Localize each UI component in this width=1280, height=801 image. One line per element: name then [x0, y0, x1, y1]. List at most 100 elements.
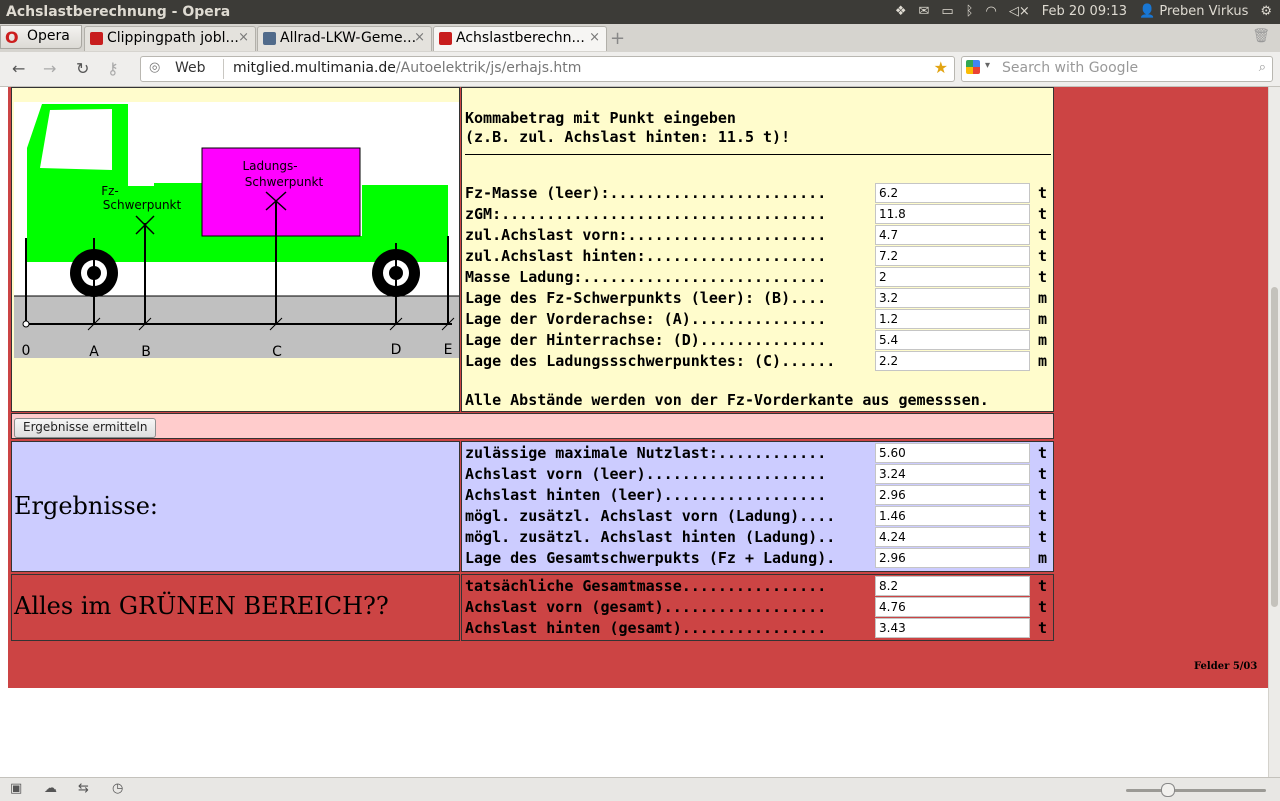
close-tab-icon[interactable]: × — [414, 30, 425, 45]
field-label: Lage des Ladungssschwerpunktes: (C).....… — [465, 352, 836, 370]
cargo-label-2: Schwerpunkt — [245, 175, 324, 189]
trash-icon[interactable]: 🗑 — [1252, 28, 1270, 44]
unit-label: t — [1038, 226, 1048, 244]
url-host: mitglied.multimania.de — [233, 60, 396, 76]
results-label-panel: Ergebnisse: — [11, 441, 460, 572]
forward-icon[interactable]: → — [43, 59, 56, 78]
tab-achslast[interactable]: Achslastberechn... × — [433, 26, 607, 51]
cloud-icon[interactable]: ☁ — [44, 781, 57, 796]
divider — [465, 154, 1051, 155]
results-heading: Ergebnisse: — [14, 492, 158, 520]
mail-icon[interactable]: ✉ — [918, 4, 929, 19]
user-menu[interactable]: 👤 Preben Virkus — [1139, 4, 1248, 19]
field-label: zul.Achslast vorn:...................... — [465, 226, 827, 244]
dropbox-icon[interactable]: ❖ — [895, 4, 907, 19]
truck-window — [40, 109, 112, 170]
value-input[interactable] — [875, 183, 1030, 203]
search-placeholder: Search with Google — [1002, 60, 1139, 76]
value-input[interactable] — [875, 485, 1030, 505]
value-input[interactable] — [875, 443, 1030, 463]
cargo-label-1: Ladungs- — [242, 159, 297, 173]
clock[interactable]: Feb 20 09:13 — [1042, 4, 1127, 19]
field-label: Fz-Masse (leer):........................ — [465, 184, 827, 202]
unit-label: t — [1038, 507, 1048, 525]
value-input[interactable] — [875, 225, 1030, 245]
search-icon[interactable]: ⌕ — [1259, 60, 1266, 75]
search-box[interactable]: ▾ Search with Google ⌕ — [961, 56, 1273, 82]
zoom-slider[interactable] — [1126, 789, 1266, 792]
bookmark-star-icon[interactable]: ★ — [934, 58, 948, 77]
value-input[interactable] — [875, 330, 1030, 350]
field-label: Lage der Vorderachse: (A)............... — [465, 310, 827, 328]
tab-allrad[interactable]: Allrad-LKW-Geme... × — [257, 26, 432, 51]
value-input[interactable] — [875, 351, 1030, 371]
value-input[interactable] — [875, 288, 1030, 308]
value-input[interactable] — [875, 246, 1030, 266]
opera-menu-button[interactable]: O Opera — [0, 25, 82, 49]
field-label: mögl. zusätzl. Achslast hinten (Ladung).… — [465, 528, 836, 546]
value-input[interactable] — [875, 506, 1030, 526]
page-favicon-icon — [263, 32, 276, 45]
unit-label: t — [1038, 444, 1048, 462]
user-name: Preben Virkus — [1159, 4, 1249, 19]
vertical-scrollbar[interactable] — [1268, 87, 1280, 777]
reload-icon[interactable]: ↻ — [76, 59, 89, 78]
measure-note: Alle Abstände werden von der Fz-Vorderka… — [465, 391, 989, 409]
google-icon[interactable] — [966, 60, 980, 74]
status-bar: ▣ ☁ ⇆ ◷ — [0, 777, 1280, 801]
page-favicon-icon — [90, 32, 103, 45]
tab-label: Clippingpath jobl... — [107, 30, 239, 46]
field-label: Achslast hinten (leer).................. — [465, 486, 827, 504]
axis-label-0: 0 — [22, 343, 31, 359]
navigation-bar: ← → ↻ ⚷ ◎ Web mitglied.multimania.de/Aut… — [0, 52, 1280, 87]
share-icon[interactable]: ⇆ — [78, 781, 89, 796]
key-icon[interactable]: ⚷ — [107, 59, 119, 78]
field-label: tatsächliche Gesamtmasse................ — [465, 577, 827, 595]
calculate-results-button[interactable]: Ergebnisse ermitteln — [14, 418, 157, 438]
close-tab-icon[interactable]: × — [589, 30, 600, 45]
chevron-down-icon[interactable]: ▾ — [985, 60, 990, 71]
unit-label: t — [1038, 598, 1048, 616]
field-label: Achslast hinten (gesamt)................ — [465, 619, 827, 637]
field-label: Lage des Gesamtschwerpukts (Fz + Ladung)… — [465, 549, 836, 567]
value-input[interactable] — [875, 618, 1030, 638]
value-input[interactable] — [875, 464, 1030, 484]
field-label: Masse Ladung:........................... — [465, 268, 827, 286]
bluetooth-icon[interactable]: ᛒ — [966, 4, 974, 19]
opera-menu-label: Opera — [27, 28, 70, 44]
unit-label: t — [1038, 465, 1048, 483]
value-input[interactable] — [875, 309, 1030, 329]
input-panel: Kommabetrag mit Punkt eingeben (z.B. zul… — [461, 87, 1054, 412]
globe-icon: ◎ — [149, 60, 161, 75]
page-favicon-icon — [439, 32, 452, 45]
value-input[interactable] — [875, 204, 1030, 224]
zoom-slider-handle[interactable] — [1161, 783, 1175, 797]
value-input[interactable] — [875, 527, 1030, 547]
vehicle-label-1: Fz- — [101, 184, 119, 198]
volume-icon[interactable]: ◁× — [1009, 4, 1030, 19]
url-path: /Autoelektrik/js/erhajs.htm — [395, 60, 582, 76]
new-tab-icon[interactable]: + — [610, 28, 625, 49]
value-input[interactable] — [875, 576, 1030, 596]
battery-icon[interactable]: ▭ — [941, 4, 953, 19]
tab-clippingpath[interactable]: Clippingpath jobl... × — [84, 26, 256, 51]
back-icon[interactable]: ← — [12, 59, 25, 78]
user-icon: 👤 — [1139, 4, 1156, 19]
value-input[interactable] — [875, 548, 1030, 568]
field-label: zul.Achslast hinten:.................... — [465, 247, 827, 265]
wifi-icon[interactable]: ◠ — [985, 4, 996, 19]
vehicle-label-2: Schwerpunkt — [103, 198, 182, 212]
axis-label-b: B — [141, 344, 151, 360]
close-tab-icon[interactable]: × — [238, 30, 249, 45]
scrollbar-thumb[interactable] — [1271, 287, 1278, 607]
tab-bar: O Opera Clippingpath jobl... × Allrad-LK… — [0, 24, 1280, 53]
value-input[interactable] — [875, 267, 1030, 287]
gear-icon[interactable]: ⚙ — [1260, 4, 1272, 19]
address-bar[interactable]: ◎ Web mitglied.multimania.de/Autoelektri… — [140, 56, 955, 82]
address-url[interactable]: mitglied.multimania.de/Autoelektrik/js/e… — [233, 60, 581, 76]
speed-dial-icon[interactable]: ◷ — [112, 781, 123, 796]
field-label: Lage der Hinterrachse: (D).............. — [465, 331, 827, 349]
value-input[interactable] — [875, 597, 1030, 617]
panel-toggle-icon[interactable]: ▣ — [10, 781, 22, 796]
unit-label: m — [1038, 352, 1048, 370]
